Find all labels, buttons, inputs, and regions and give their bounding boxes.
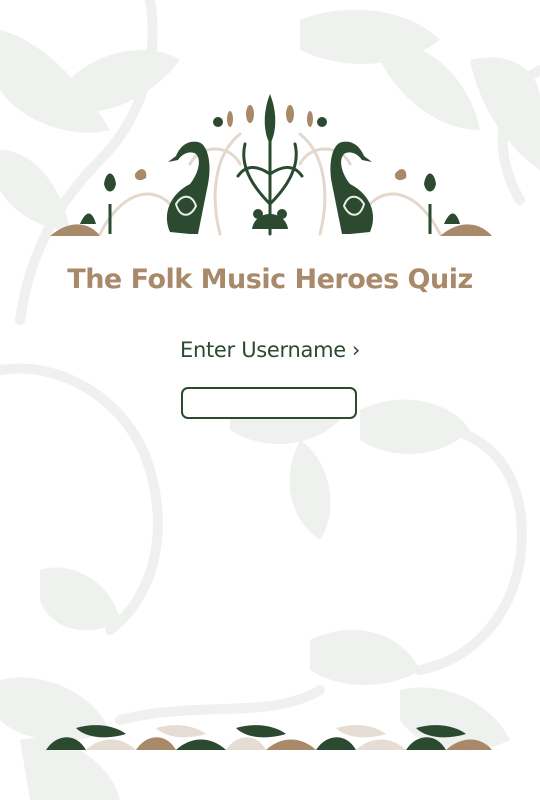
quiz-title: The Folk Music Heroes Quiz bbox=[67, 264, 473, 295]
username-input[interactable] bbox=[181, 387, 357, 419]
folk-border-pattern bbox=[46, 725, 492, 750]
chevron-right-icon: › bbox=[351, 338, 360, 362]
username-prompt-label: Enter Username bbox=[179, 338, 346, 362]
heron-ornament bbox=[50, 94, 492, 236]
username-prompt: Enter Username › bbox=[0, 338, 540, 362]
